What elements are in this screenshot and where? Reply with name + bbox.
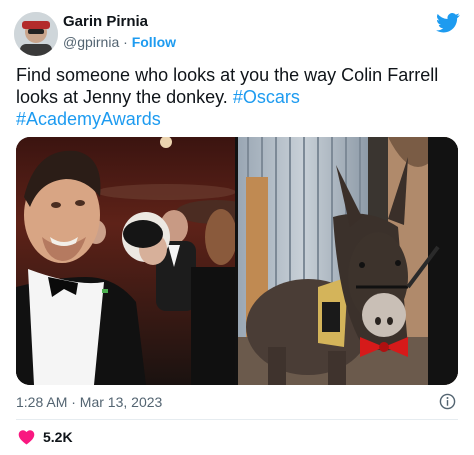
tweet-body-text: Find someone who looks at you the way Co… — [16, 65, 439, 107]
photo-jenny-the-donkey[interactable] — [238, 137, 458, 385]
author-handle-row: @gpirnia · Follow — [63, 34, 176, 50]
author-name[interactable]: Garin Pirnia — [63, 13, 148, 30]
like-action[interactable]: 5.2K — [18, 428, 73, 446]
photo-colin-farrell[interactable] — [16, 137, 256, 385]
heart-icon — [18, 430, 35, 445]
info-icon[interactable] — [439, 393, 456, 410]
tweet-timestamp[interactable]: 1:28 AM · Mar 13, 2023 — [16, 394, 162, 410]
author-handle[interactable]: @gpirnia — [63, 34, 119, 50]
follow-button[interactable]: Follow — [132, 34, 176, 50]
hashtag-oscars[interactable]: #Oscars — [233, 87, 300, 107]
hashtag-academy-awards[interactable]: #AcademyAwards — [16, 109, 161, 129]
like-count: 5.2K — [43, 429, 73, 445]
divider — [16, 419, 458, 420]
twitter-bird-icon[interactable] — [436, 12, 460, 34]
avatar[interactable] — [14, 12, 58, 56]
tweet-text: Find someone who looks at you the way Co… — [16, 64, 456, 130]
handle-separator: · — [119, 34, 132, 50]
tweet-card: Garin Pirnia @gpirnia · Follow Find some… — [0, 0, 474, 455]
media-grid — [16, 137, 458, 385]
